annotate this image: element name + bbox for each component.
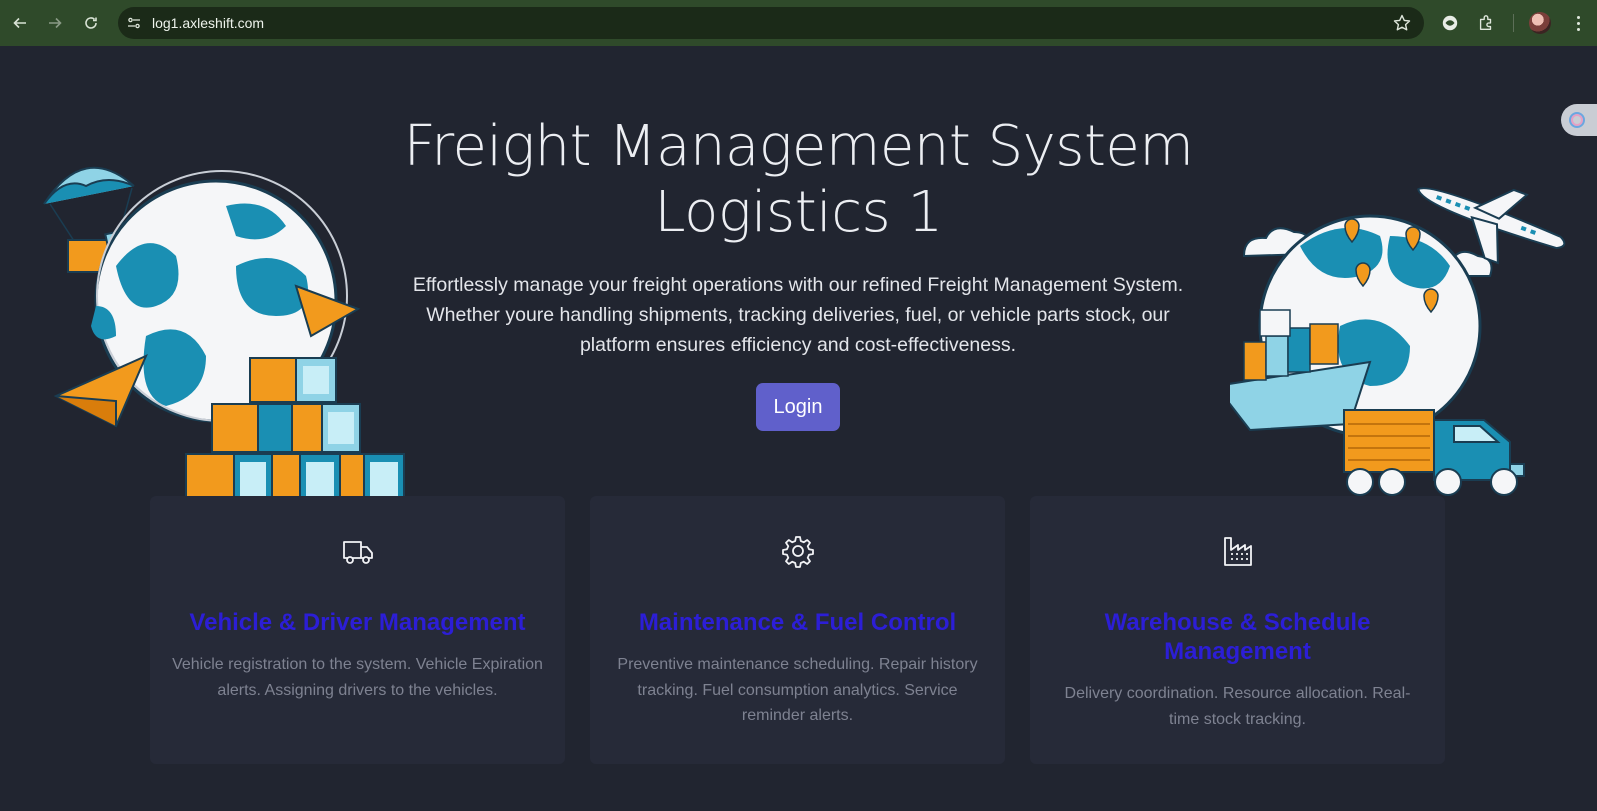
site-info-icon[interactable]: [120, 9, 148, 37]
browser-toolbar: log1.axleshift.com: [0, 0, 1597, 46]
extension-icon[interactable]: [1438, 11, 1462, 35]
bookmark-star-icon[interactable]: [1392, 13, 1412, 33]
toolbar-divider: [1513, 14, 1514, 32]
feature-card-maintenance: Maintenance & Fuel Control Preventive ma…: [590, 496, 1005, 764]
feature-cards: Vehicle & Driver Management Vehicle regi…: [150, 496, 1448, 764]
factory-icon: [1221, 534, 1255, 568]
reload-icon[interactable]: [73, 5, 109, 41]
gear-icon: [781, 534, 815, 568]
card-text: Vehicle registration to the system. Vehi…: [172, 656, 543, 699]
hero-section: Freight Management System Logistics 1 Ef…: [0, 46, 1597, 505]
address-bar[interactable]: log1.axleshift.com: [118, 7, 1424, 39]
forward-icon[interactable]: [37, 5, 73, 41]
menu-icon[interactable]: [1568, 11, 1588, 35]
hero-description: Effortlessly manage your freight operati…: [412, 274, 1184, 356]
card-title: Warehouse & Schedule Management: [1104, 609, 1371, 665]
card-title: Maintenance & Fuel Control: [638, 609, 957, 636]
title-line-2: Logistics 1: [654, 180, 943, 245]
page-title: Freight Management System Logistics 1: [0, 114, 1597, 246]
title-line-1: Freight Management System: [403, 114, 1194, 179]
profile-avatar[interactable]: [1529, 12, 1551, 34]
back-icon[interactable]: [2, 5, 38, 41]
feature-card-vehicle: Vehicle & Driver Management Vehicle regi…: [150, 496, 565, 764]
truck-icon: [341, 534, 375, 568]
card-text: Preventive maintenance scheduling. Repai…: [617, 656, 978, 724]
feature-card-warehouse: Warehouse & Schedule Management Delivery…: [1030, 496, 1445, 764]
card-title: Vehicle & Driver Management: [189, 609, 526, 636]
url-text[interactable]: log1.axleshift.com: [152, 15, 264, 31]
login-button[interactable]: Login: [756, 383, 840, 431]
puzzle-icon[interactable]: [1474, 11, 1498, 35]
card-text: Delivery coordination. Resource allocati…: [1064, 685, 1411, 728]
